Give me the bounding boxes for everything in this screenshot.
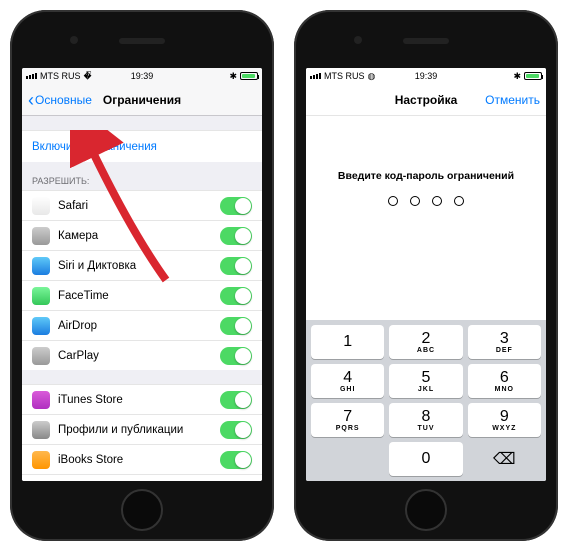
- toggle-switch[interactable]: [220, 391, 252, 409]
- facetime-icon: [32, 287, 50, 305]
- key-5[interactable]: 5JKL: [389, 364, 462, 398]
- app-label: iBooks Store: [58, 454, 220, 466]
- status-bar: MTS RUS ◍ 19:39 ✱: [306, 68, 546, 84]
- app-label: AirDrop: [58, 320, 220, 332]
- list-item[interactable]: iTunes Store: [22, 384, 262, 414]
- passcode-dot: [432, 196, 442, 206]
- toggle-switch[interactable]: [220, 287, 252, 305]
- app-label: FaceTime: [58, 290, 220, 302]
- key-7[interactable]: 7PQRS: [311, 403, 384, 437]
- list-item[interactable]: Safari: [22, 190, 262, 220]
- status-bar: MTS RUS �ි 19:39 ✱: [22, 68, 262, 84]
- toggle-switch[interactable]: [220, 257, 252, 275]
- toggle-switch[interactable]: [220, 227, 252, 245]
- app-label: Siri и Диктовка: [58, 260, 220, 272]
- passcode-dot: [388, 196, 398, 206]
- app-label: Профили и публикации: [58, 424, 220, 436]
- nav-bar: ‹ Основные Ограничения: [22, 84, 262, 116]
- camera-icon: [32, 227, 50, 245]
- signal-icon: [26, 73, 37, 79]
- passcode-prompt: Введите код-пароль ограничений: [338, 170, 514, 182]
- numeric-keypad: 1 2ABC 3DEF 4GHI 5JKL 6MNO 7PQRS 8TUV 9W…: [306, 320, 546, 481]
- backspace-icon: ⌫: [493, 449, 516, 469]
- list-item[interactable]: CarPlay: [22, 340, 262, 370]
- airdrop-icon: [32, 317, 50, 335]
- toggle-switch[interactable]: [220, 197, 252, 215]
- bluetooth-icon: ✱: [229, 71, 237, 82]
- list-item[interactable]: Профили и публикации: [22, 414, 262, 444]
- list-item[interactable]: FaceTime: [22, 280, 262, 310]
- key-8[interactable]: 8TUV: [389, 403, 462, 437]
- passcode-dots: [388, 196, 464, 206]
- toggle-switch[interactable]: [220, 421, 252, 439]
- speaker: [403, 38, 449, 44]
- key-6[interactable]: 6MNO: [468, 364, 541, 398]
- carrier-label: MTS RUS: [40, 71, 81, 81]
- ibooks-icon: [32, 451, 50, 469]
- list-item[interactable]: iBooks Store: [22, 444, 262, 474]
- screen-right: MTS RUS ◍ 19:39 ✱ Настройка Отменить Вве…: [306, 68, 546, 481]
- battery-icon: [240, 72, 258, 80]
- enable-restrictions-row[interactable]: Включить Ограничения: [22, 130, 262, 162]
- section-allow: РАЗРЕШИТЬ:: [22, 162, 262, 190]
- toggle-switch[interactable]: [220, 347, 252, 365]
- home-button[interactable]: [405, 489, 447, 531]
- enable-restrictions-label: Включить Ограничения: [32, 141, 252, 153]
- phone-left: MTS RUS �ි 19:39 ✱ ‹ Основные Ограничени…: [10, 10, 274, 541]
- key-2[interactable]: 2ABC: [389, 325, 462, 359]
- list-item[interactable]: AirDrop: [22, 310, 262, 340]
- chevron-left-icon: ‹: [28, 91, 34, 109]
- phone-right: MTS RUS ◍ 19:39 ✱ Настройка Отменить Вве…: [294, 10, 558, 541]
- signal-icon: [310, 73, 321, 79]
- front-camera: [70, 36, 78, 44]
- toggle-switch[interactable]: [220, 481, 252, 482]
- key-4[interactable]: 4GHI: [311, 364, 384, 398]
- podcasts-icon: [32, 481, 50, 482]
- passcode-dot: [410, 196, 420, 206]
- toggle-switch[interactable]: [220, 451, 252, 469]
- app-label: Камера: [58, 230, 220, 242]
- wifi-icon: �ි: [84, 71, 92, 82]
- app-label: CarPlay: [58, 350, 220, 362]
- key-blank: [311, 442, 384, 476]
- key-3[interactable]: 3DEF: [468, 325, 541, 359]
- app-label: iTunes Store: [58, 394, 220, 406]
- carplay-icon: [32, 347, 50, 365]
- wifi-icon: ◍: [368, 71, 376, 82]
- speaker: [119, 38, 165, 44]
- front-camera: [354, 36, 362, 44]
- passcode-dot: [454, 196, 464, 206]
- toggle-switch[interactable]: [220, 317, 252, 335]
- battery-icon: [524, 72, 542, 80]
- app-label: Safari: [58, 200, 220, 212]
- list-item[interactable]: Камера: [22, 220, 262, 250]
- key-0[interactable]: 0: [389, 442, 462, 476]
- itunes-icon: [32, 391, 50, 409]
- passcode-body: Введите код-пароль ограничений: [306, 116, 546, 320]
- key-1[interactable]: 1: [311, 325, 384, 359]
- list-item[interactable]: Siri и Диктовка: [22, 250, 262, 280]
- nav-bar: Настройка Отменить: [306, 84, 546, 116]
- carrier-label: MTS RUS: [324, 71, 365, 81]
- key-delete[interactable]: ⌫: [468, 442, 541, 476]
- back-button[interactable]: ‹ Основные: [28, 91, 92, 109]
- screen-left: MTS RUS �ි 19:39 ✱ ‹ Основные Ограничени…: [22, 68, 262, 481]
- cancel-button[interactable]: Отменить: [485, 93, 540, 107]
- profiles-icon: [32, 421, 50, 439]
- siri-icon: [32, 257, 50, 275]
- home-button[interactable]: [121, 489, 163, 531]
- safari-icon: [32, 197, 50, 215]
- settings-list[interactable]: Включить Ограничения РАЗРЕШИТЬ: Safari К…: [22, 116, 262, 481]
- key-9[interactable]: 9WXYZ: [468, 403, 541, 437]
- list-item[interactable]: Подкасты: [22, 474, 262, 481]
- bluetooth-icon: ✱: [513, 71, 521, 82]
- back-label: Основные: [35, 93, 92, 107]
